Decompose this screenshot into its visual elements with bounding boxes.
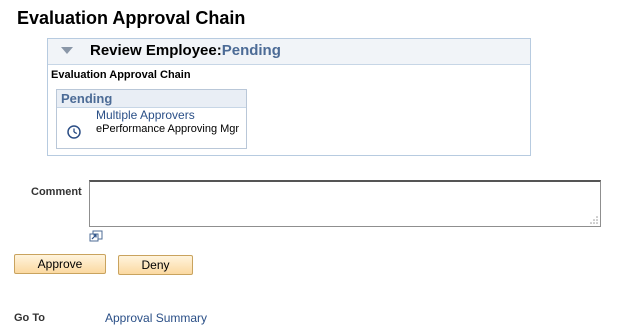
chain-subtitle: Evaluation Approval Chain [51,69,191,81]
collapse-triangle-icon[interactable] [61,47,73,54]
review-status: Pending [221,42,281,59]
resize-grip-icon[interactable] [589,215,599,225]
goto-label: Go To [14,312,45,324]
approval-chain-header: Review Employee:Pending [48,39,530,65]
approval-stage-box: Pending Multiple Approvers ePerformance … [56,89,247,149]
approve-button[interactable]: Approve [14,254,106,274]
approver-role: ePerformance Approving Mgr [96,123,240,135]
approval-chain-panel: Review Employee:Pending Evaluation Appro… [47,38,531,156]
stage-header: Pending [57,90,246,108]
page-title: Evaluation Approval Chain [17,8,246,28]
comment-label: Comment [31,186,82,198]
expand-textarea-icon[interactable] [89,230,103,242]
multiple-approvers-link[interactable]: Multiple Approvers [96,108,195,122]
stage-status: Pending [61,91,113,106]
review-employee-label: Review Employee: [90,42,222,59]
comment-field[interactable] [89,180,601,227]
clock-icon [67,125,81,139]
approval-summary-link[interactable]: Approval Summary [105,311,207,325]
deny-button[interactable]: Deny [118,255,193,275]
review-employee-heading: Review Employee:Pending [90,42,281,59]
